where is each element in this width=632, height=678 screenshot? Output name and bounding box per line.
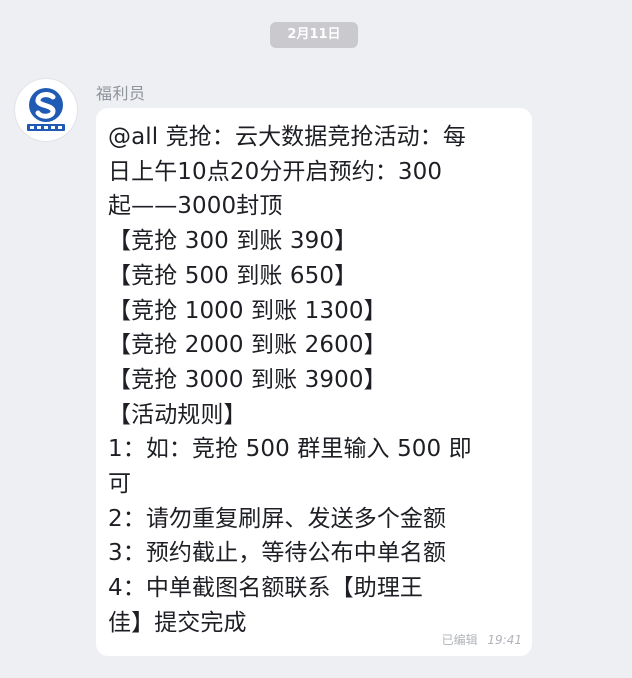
sender-name: 福利员 [96,84,146,103]
message-line: 【竞抢 2000 到账 2600】 [108,332,387,359]
message-line: @all 竞抢：云大数据竞抢活动：每 [108,124,466,150]
message-line: 【竞抢 500 到账 650】 [108,262,358,289]
message-meta: 已编辑 19:41 [442,631,522,648]
chat-window: 2月11日 福利员 @all 竞抢：云大数据竞抢活动：每 日上午10点20分开启预… [0,0,632,678]
message-line: 【活动规则】 [108,401,247,428]
message-bubble[interactable]: @all 竞抢：云大数据竞抢活动：每 日上午10点20分开启预约：300 起——30… [96,108,532,656]
message-line: 【竞抢 300 到账 390】 [108,228,358,255]
message-line: 1：如：竞抢 500 群里输入 500 即 [108,436,472,463]
message-line: 3：预约截止，等待公布中单名额 [108,540,447,567]
message-line: 可 [108,471,132,498]
sender-avatar[interactable] [14,78,78,142]
date-divider: 2月11日 [270,22,358,48]
message-line: 2：请勿重复刷屏、发送多个金额 [108,505,447,532]
message-line: 【竞抢 1000 到账 1300】 [108,297,387,324]
message-text: @all 竞抢：云大数据竞抢活动：每 日上午10点20分开启预约：300 起——30… [108,120,516,641]
message-line: 日上午10点20分开启预约：300 [108,158,443,185]
message-time: 19:41 [487,633,522,647]
s-logo-avatar-icon [27,88,65,131]
message-line: 4：中单截图名额联系【助理王 [108,575,424,602]
edited-label: 已编辑 [441,633,478,647]
message-line: 【竞抢 3000 到账 3900】 [108,366,387,393]
message-line: 起——3000封顶 [108,193,283,220]
